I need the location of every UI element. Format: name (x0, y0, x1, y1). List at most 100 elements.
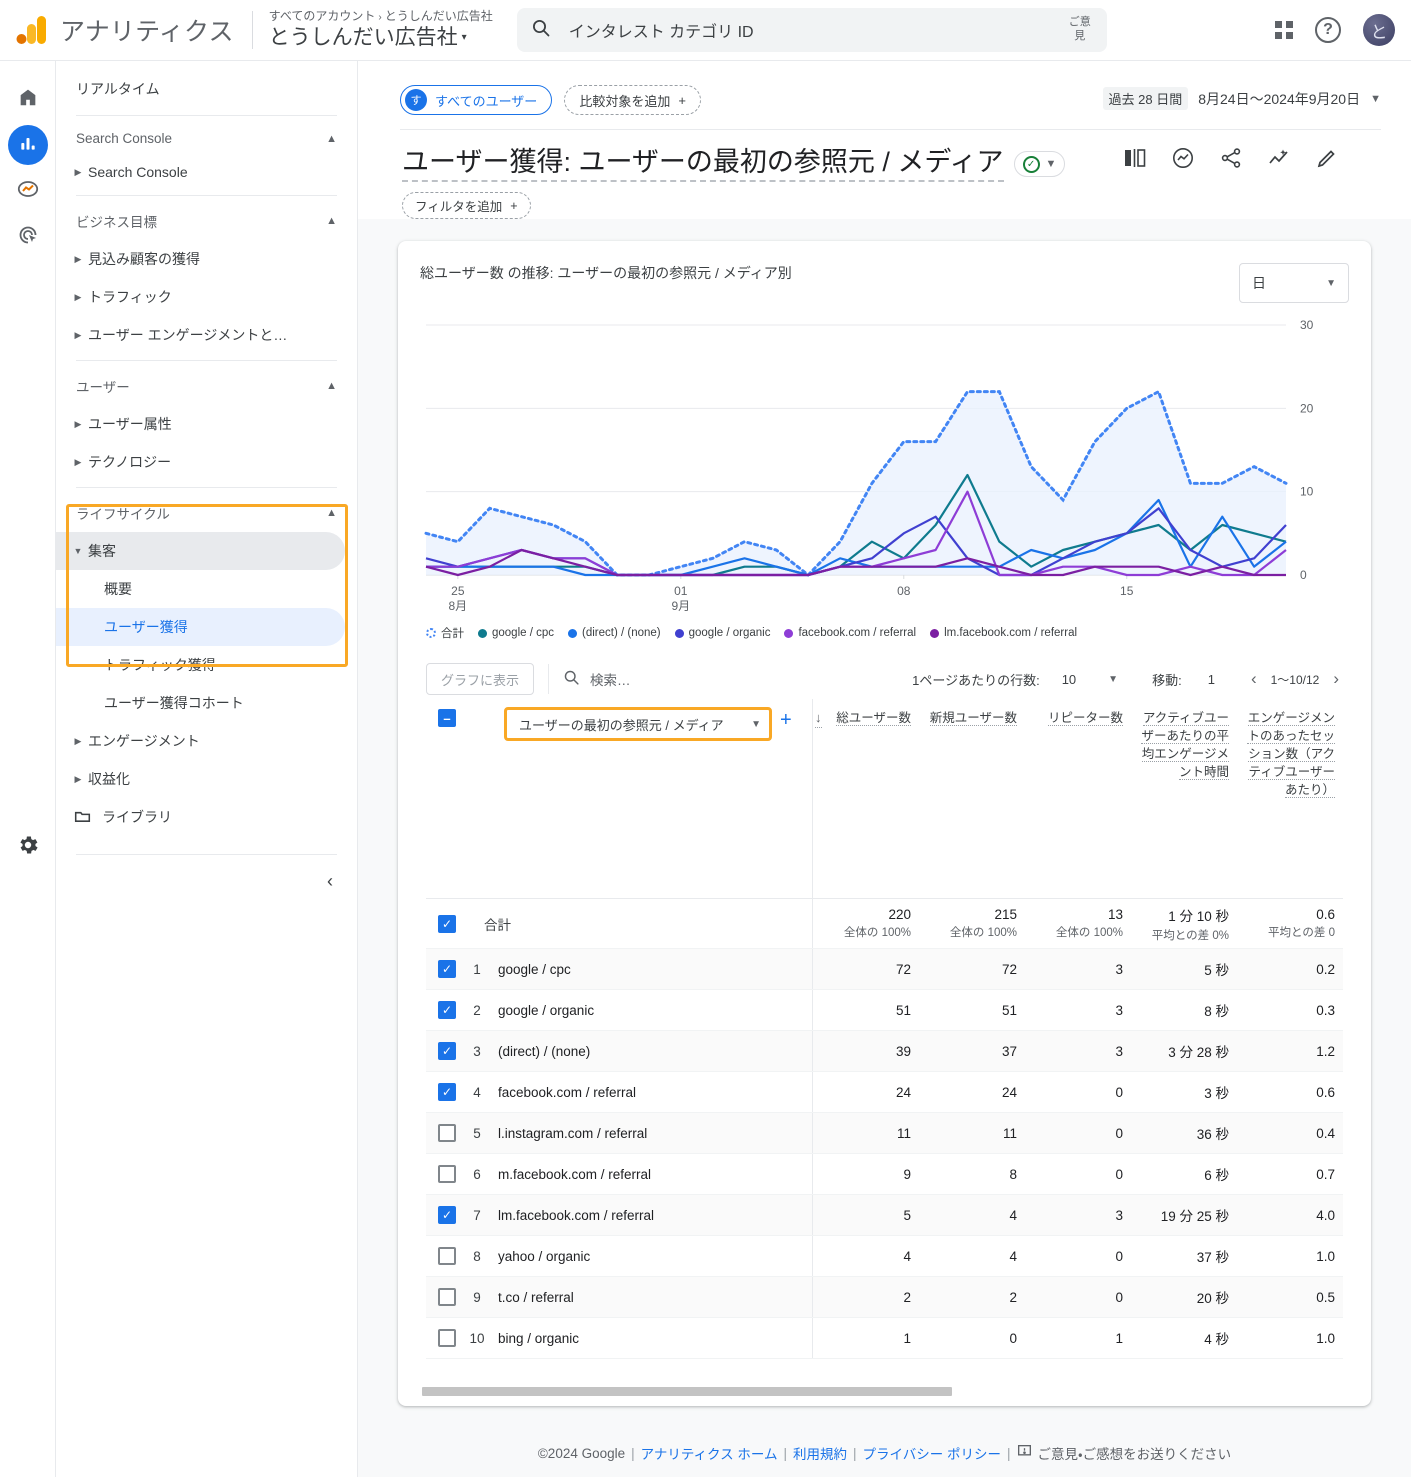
select-all-checkbox[interactable]: – (438, 709, 456, 727)
legend-item-google-cpc[interactable]: google / cpc (478, 627, 554, 639)
dimension-selector[interactable]: ユーザーの最初の参照元 / メディア ▼ (504, 707, 772, 741)
sidebar-item-lead-generation[interactable]: ▶ 見込み顧客の獲得 (56, 240, 345, 278)
goto-page-value[interactable]: 1 (1208, 672, 1215, 687)
add-dimension-button[interactable]: + (780, 709, 792, 732)
table-horizontal-scrollbar[interactable] (422, 1387, 1347, 1396)
row-label[interactable]: google / organic (498, 1003, 594, 1018)
sidebar-item-traffic[interactable]: ▶ トラフィック (56, 278, 345, 316)
metric-header-engaged-sessions[interactable]: エンゲージメントのあったセッション数（アクティブユーザーあたり） (1237, 699, 1343, 898)
feedback-button[interactable]: ご意 見 (1061, 11, 1099, 47)
table-search-placeholder[interactable]: 検索… (590, 669, 631, 689)
metric-header-new-users[interactable]: 新規ユーザー数 (919, 699, 1025, 898)
analytics-home-link[interactable]: アナリティクス ホーム (641, 1443, 778, 1463)
insights-icon[interactable] (1171, 146, 1195, 175)
sidebar-item-acquisition-overview[interactable]: 概要 (56, 570, 345, 608)
compare-icon[interactable] (1123, 147, 1147, 174)
metric-header-avg-engagement-time[interactable]: アクティブユーザーあたりの平均エンゲージメント時間 (1131, 699, 1237, 898)
sidebar-item-realtime[interactable]: リアルタイム (56, 69, 357, 109)
sidebar-group-user[interactable]: ユーザー ▲ (56, 367, 357, 405)
row-checkbox[interactable]: ✓ (438, 960, 456, 978)
report-status-pill[interactable]: ✓ ▼ (1013, 151, 1066, 177)
global-search-bar[interactable]: インタレスト カテゴリ ID ご意 見 (516, 8, 1107, 52)
row-checkbox[interactable]: ✓ (438, 1042, 456, 1060)
rail-item-explore[interactable] (8, 171, 48, 211)
table-row[interactable]: ✓ 1 google / cpc 72 72 3 5 秒 0.2 (426, 949, 1343, 990)
table-row[interactable]: 10 bing / organic 1 0 1 4 秒 1.0 (426, 1318, 1343, 1359)
granularity-select[interactable]: 日 ▼ (1239, 263, 1349, 303)
row-label[interactable]: google / cpc (498, 962, 571, 977)
chevron-down-icon[interactable]: ▼ (1108, 674, 1118, 685)
sidebar-item-search-console[interactable]: ▶ Search Console (56, 155, 345, 189)
privacy-link[interactable]: プライバシー ポリシー (863, 1443, 1001, 1463)
add-filter-button[interactable]: フィルタを追加 + (402, 192, 531, 219)
table-row[interactable]: 6 m.facebook.com / referral 9 8 0 6 秒 0.7 (426, 1154, 1343, 1195)
table-row[interactable]: ✓ 4 facebook.com / referral 24 24 0 3 秒 0.6 (426, 1072, 1343, 1113)
rail-item-admin[interactable] (16, 833, 40, 862)
table-row[interactable]: 5 l.instagram.com / referral 11 11 0 36 秒 0.4 (426, 1113, 1343, 1154)
metric-header-returning-users[interactable]: リピーター数 (1025, 699, 1131, 898)
plot-rows-button[interactable]: グラフに表示 (426, 663, 535, 695)
account-switcher[interactable]: すべてのアカウント › とうしんだい広告社 とうしんだい広告社 ▾ (269, 9, 493, 51)
collapse-sidebar-button[interactable]: ‹ (56, 861, 357, 892)
row-checkbox[interactable] (438, 1288, 456, 1306)
legend-item-google-organic[interactable]: google / organic (674, 627, 770, 639)
date-range-selector[interactable]: 過去 28 日間 8月24日～2024年9月20日 ▼ (1102, 87, 1381, 110)
row-checkbox[interactable] (438, 1124, 456, 1142)
row-checkbox[interactable]: ✓ (438, 914, 456, 933)
rail-item-reports[interactable] (7, 125, 48, 165)
row-checkbox[interactable]: ✓ (438, 1001, 456, 1019)
trend-insights-icon[interactable] (1267, 146, 1291, 175)
row-label[interactable]: lm.facebook.com / referral (498, 1208, 654, 1223)
row-label[interactable]: yahoo / organic (498, 1249, 590, 1264)
sidebar-item-demographics[interactable]: ▶ ユーザー属性 (56, 405, 345, 443)
table-row[interactable]: ✓ 3 (direct) / (none) 39 37 3 3 分 28 秒 1.2 (426, 1031, 1343, 1072)
edit-pencil-icon[interactable] (1315, 146, 1339, 175)
table-row[interactable]: 8 yahoo / organic 4 4 0 37 秒 1.0 (426, 1236, 1343, 1277)
next-page-button[interactable]: › (1329, 669, 1343, 689)
row-checkbox[interactable]: ✓ (438, 1083, 456, 1101)
add-comparison-button[interactable]: 比較対象を追加 + (564, 85, 701, 115)
share-icon[interactable] (1219, 146, 1243, 175)
row-label[interactable]: bing / organic (498, 1331, 579, 1346)
table-row[interactable]: ✓ 7 lm.facebook.com / referral 5 4 3 19 分 25 秒… (426, 1195, 1343, 1236)
row-label[interactable]: facebook.com / referral (498, 1085, 636, 1100)
sidebar-item-monetization[interactable]: ▶ 収益化 (56, 760, 345, 798)
table-row[interactable]: 9 t.co / referral 2 2 0 20 秒 0.5 (426, 1277, 1343, 1318)
row-label[interactable]: m.facebook.com / referral (498, 1167, 651, 1182)
scrollbar-thumb[interactable] (422, 1387, 952, 1396)
sidebar-item-engagement[interactable]: ▶ エンゲージメント (56, 722, 345, 760)
apps-grid-icon[interactable] (1275, 21, 1293, 39)
sidebar-group-business-objectives[interactable]: ビジネス目標 ▲ (56, 202, 357, 240)
sidebar-item-technology[interactable]: ▶ テクノロジー (56, 443, 345, 481)
table-row[interactable]: ✓ 2 google / organic 51 51 3 8 秒 0.3 (426, 990, 1343, 1031)
legend-item-total[interactable]: 合計 (426, 625, 464, 641)
metric-header-total-users[interactable]: ↓ 総ユーザー数 (813, 699, 919, 898)
sidebar-item-user-acquisition[interactable]: ユーザー獲得 (56, 608, 345, 646)
legend-item-direct-none[interactable]: (direct) / (none) (568, 627, 661, 639)
terms-link[interactable]: 利用規約 (793, 1443, 847, 1463)
sidebar-item-library[interactable]: ライブラリ (56, 798, 357, 836)
prev-page-button[interactable]: ‹ (1247, 669, 1261, 689)
help-icon[interactable]: ? (1315, 17, 1341, 43)
row-label[interactable]: l.instagram.com / referral (498, 1126, 647, 1141)
sidebar-group-search-console[interactable]: Search Console ▲ (56, 122, 357, 155)
avatar[interactable]: と (1363, 14, 1395, 46)
sidebar-item-acquisition[interactable]: ▼ 集客 (56, 532, 345, 570)
legend-item-facebook-referral[interactable]: facebook.com / referral (784, 627, 916, 639)
rows-per-page-value[interactable]: 10 (1062, 672, 1076, 687)
row-label[interactable]: (direct) / (none) (498, 1044, 590, 1059)
row-checkbox[interactable] (438, 1247, 456, 1265)
row-label[interactable]: t.co / referral (498, 1290, 574, 1305)
segment-chip-all-users[interactable]: す すべてのユーザー (400, 85, 553, 115)
rail-item-advertising[interactable] (8, 217, 48, 257)
table-search[interactable]: 検索… (563, 669, 631, 689)
search-input-placeholder[interactable]: インタレスト カテゴリ ID (569, 18, 754, 42)
rail-item-home[interactable] (8, 79, 48, 119)
sidebar-item-user-acquisition-cohorts[interactable]: ユーザー獲得コホート (56, 684, 345, 722)
row-checkbox[interactable] (438, 1329, 456, 1347)
sidebar-group-lifecycle[interactable]: ライフサイクル ▲ (56, 494, 357, 532)
feedback-text[interactable]: ご意見・ご感想をお送りください (1038, 1443, 1232, 1463)
row-checkbox[interactable]: ✓ (438, 1206, 456, 1224)
account-name[interactable]: とうしんだい広告社 ▾ (269, 25, 493, 51)
row-checkbox[interactable] (438, 1165, 456, 1183)
